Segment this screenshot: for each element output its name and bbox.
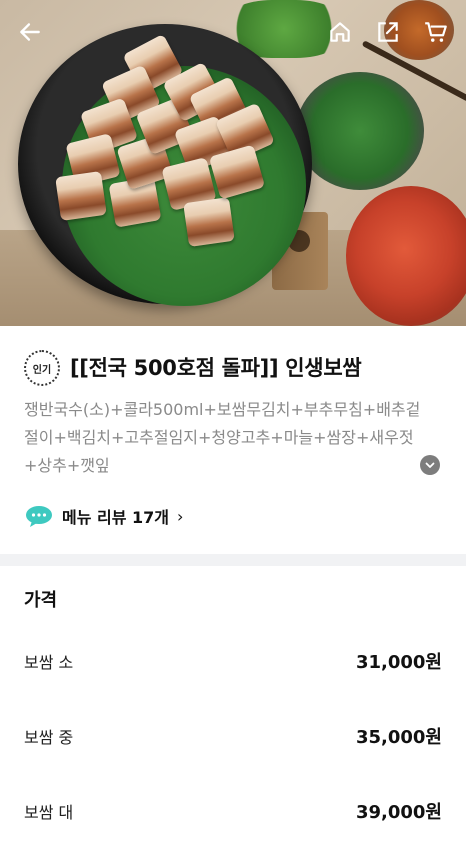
- home-icon: [330, 22, 350, 42]
- price-option-amount: 39,000원: [355, 802, 442, 823]
- menu-review-link[interactable]: 메뉴 리뷰 17개 ›: [24, 502, 183, 530]
- back-button[interactable]: [16, 18, 44, 46]
- menu-info-section: 인기 [[전국 500호점 돌파]] 인생보쌈 쟁반국수(소)+콜라500ml+…: [0, 326, 466, 554]
- price-section: 가격 보쌈 소 31,000원 보쌈 중 35,000원 보쌈 대 39,000…: [0, 566, 466, 843]
- pork-slice: [55, 171, 107, 221]
- chive-salad-bowl: [296, 72, 424, 190]
- popular-badge: 인기: [24, 350, 60, 386]
- price-option-name: 보쌈 소: [24, 653, 74, 672]
- price-option-name: 보쌈 중: [24, 728, 74, 747]
- section-divider: [0, 554, 466, 566]
- pork-slice: [183, 197, 235, 247]
- chevron-down-icon: [425, 462, 435, 468]
- cart-icon: [425, 22, 447, 42]
- chevron-right-icon: ›: [177, 506, 184, 526]
- price-heading: 가격: [24, 590, 58, 611]
- speech-bubble-icon: [26, 506, 52, 527]
- home-button[interactable]: [326, 18, 354, 46]
- price-option-row[interactable]: 보쌈 중 35,000원: [24, 723, 442, 749]
- review-count-label: 메뉴 리뷰 17개: [62, 508, 170, 527]
- share-icon: [378, 22, 398, 42]
- price-option-amount: 35,000원: [355, 727, 442, 748]
- price-option-amount: 31,000원: [355, 652, 442, 673]
- menu-title: [[전국 500호점 돌파]] 인생보쌈: [70, 356, 362, 380]
- top-nav-bar: [0, 0, 466, 64]
- kimchi-bowl: [346, 186, 466, 326]
- cart-button[interactable]: [422, 18, 450, 46]
- price-option-row[interactable]: 보쌈 대 39,000원: [24, 798, 442, 824]
- price-option-row[interactable]: 보쌈 소 31,000원: [24, 648, 442, 674]
- price-option-name: 보쌈 대: [24, 803, 74, 822]
- arrow-left-icon: [20, 23, 40, 41]
- menu-description: 쟁반국수(소)+콜라500ml+보쌈무김치+부추무침+배추겉절이+백김치+고추절…: [24, 400, 421, 475]
- expand-description-button[interactable]: [420, 455, 440, 475]
- share-button[interactable]: [374, 18, 402, 46]
